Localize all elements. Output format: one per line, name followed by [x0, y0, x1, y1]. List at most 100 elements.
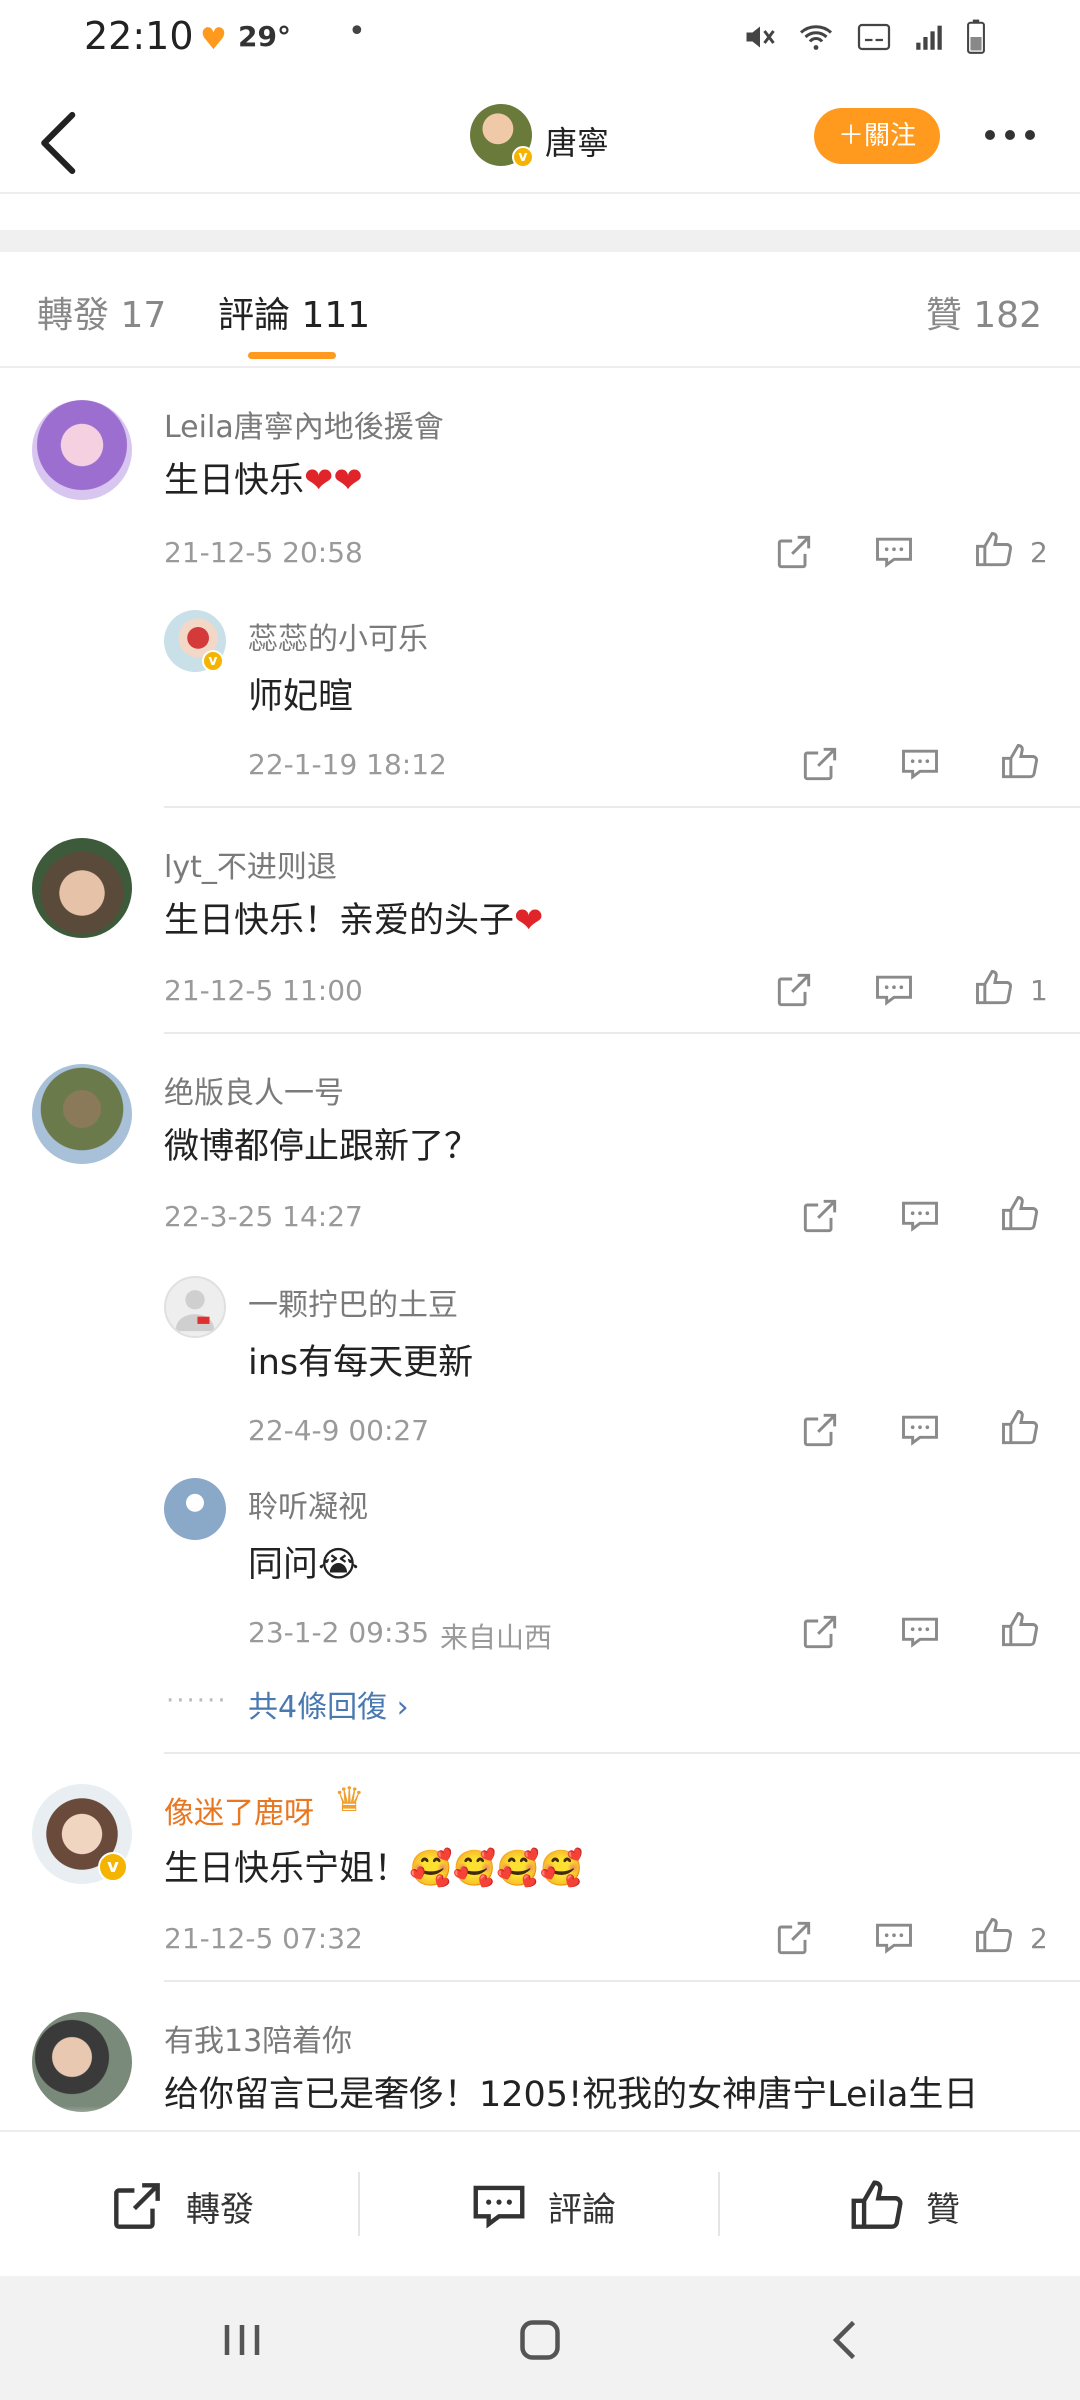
vip-crown-icon: ♛ — [334, 1780, 365, 1820]
commenter-avatar[interactable] — [32, 400, 132, 500]
verified-badge-icon: v — [202, 650, 224, 672]
battery-icon — [967, 19, 985, 54]
tab-comments[interactable]: 評論 111 — [218, 286, 370, 338]
commenter-avatar[interactable] — [32, 1064, 132, 1164]
comment-label: 評論 — [548, 2189, 616, 2230]
repost-icon[interactable] — [798, 1610, 842, 1654]
reply-text: 同问😭 — [248, 1545, 359, 1585]
bottom-action-bar: 轉發 評論 贊 — [0, 2130, 1080, 2276]
like-icon[interactable] — [998, 1406, 1042, 1450]
home-icon[interactable] — [510, 2310, 570, 2370]
replier-name[interactable]: 一颗拧巴的土豆 — [248, 1280, 458, 1324]
commenter-avatar[interactable] — [32, 838, 132, 938]
dot-indicator: • — [348, 14, 366, 49]
status-bar: 22:10 ♥ 29° • — [0, 0, 1080, 76]
reply-text: ins有每天更新 — [248, 1343, 474, 1383]
like-icon[interactable] — [998, 740, 1042, 784]
comment-time: 21-12-5 20:58 — [164, 536, 363, 569]
comment-icon[interactable] — [898, 742, 942, 786]
like-icon[interactable] — [972, 528, 1016, 572]
header-divider — [0, 192, 1080, 194]
commenter-name[interactable]: Leila唐寧內地後援會 — [164, 402, 444, 446]
repost-button[interactable]: 轉發 — [106, 2166, 254, 2246]
reply-location: 来自山西 — [440, 1621, 553, 1654]
repost-icon — [114, 2183, 160, 2229]
comment-icon[interactable] — [898, 1194, 942, 1238]
commenter-avatar[interactable] — [32, 2012, 132, 2112]
follow-button[interactable]: ＋關注 — [814, 108, 940, 164]
repost-icon[interactable] — [772, 1916, 816, 1960]
comment-separator — [164, 1980, 1080, 1982]
heart-emoji-icon: ❤❤ — [304, 461, 363, 501]
comment-icon[interactable] — [872, 530, 916, 574]
active-tab-indicator — [248, 352, 336, 359]
reply-text: 师妃暄 — [248, 677, 354, 717]
comment-icon[interactable] — [898, 1408, 942, 1452]
commenter-name[interactable]: 有我13陪着你 — [164, 2016, 352, 2060]
repost-icon[interactable] — [798, 1194, 842, 1238]
verified-badge-icon: v — [512, 146, 534, 168]
repost-label: 轉發 — [186, 2189, 254, 2230]
comment-time: 21-12-5 07:32 — [164, 1922, 363, 1955]
comment-text: 微博都停止跟新了？ — [164, 1127, 480, 1167]
comment-icon[interactable] — [898, 1610, 942, 1654]
recent-apps-icon[interactable] — [212, 2310, 272, 2370]
comment-button[interactable]: 評論 — [468, 2166, 616, 2246]
default-avatar-icon — [175, 1290, 215, 1332]
weather-icon: ♥ — [200, 22, 227, 57]
heart-emoji-icon: ❤ — [514, 901, 544, 941]
comment-icon[interactable] — [872, 968, 916, 1012]
comment-text-body: 生日快乐！亲爱的头子 — [164, 901, 515, 941]
more-options-icon[interactable] — [980, 120, 1040, 150]
commenter-name[interactable]: lyt_不进则退 — [164, 842, 337, 886]
repost-icon[interactable] — [798, 742, 842, 786]
tab-likes[interactable]: 贊 182 — [926, 286, 1042, 338]
bar-divider — [718, 2172, 720, 2236]
back-icon[interactable] — [816, 2310, 876, 2370]
like-icon[interactable] — [972, 1914, 1016, 1958]
like-icon[interactable] — [972, 966, 1016, 1010]
back-arrow-icon[interactable] — [30, 108, 90, 178]
section-divider — [0, 230, 1080, 252]
verified-badge-icon: v — [98, 1852, 128, 1882]
like-count: 2 — [1030, 1922, 1048, 1955]
weather-temp: 29° — [238, 20, 291, 53]
top-header: v 唐寧 ＋關注 — [0, 90, 1080, 200]
comment-text: 生日快乐宁姐！🥰🥰🥰🥰 — [164, 1849, 584, 1889]
commenter-name[interactable]: 像迷了鹿呀 — [164, 1788, 314, 1832]
scroll-fade — [0, 2106, 1080, 2132]
replier-avatar[interactable] — [164, 1478, 226, 1540]
more-replies-link[interactable]: 共4條回復 › — [248, 1682, 409, 1726]
like-icon — [851, 2180, 903, 2229]
like-count: 1 — [1030, 974, 1048, 1007]
like-button[interactable]: 贊 — [846, 2166, 960, 2246]
tab-reposts[interactable]: 轉發 17 — [37, 286, 166, 338]
like-count: 2 — [1030, 536, 1048, 569]
comment-icon — [473, 2185, 525, 2229]
like-icon[interactable] — [998, 1608, 1042, 1652]
repost-icon[interactable] — [772, 968, 816, 1012]
like-label: 贊 — [926, 2189, 960, 2230]
comment-text: 生日快乐！亲爱的头子❤ — [164, 892, 543, 943]
comment-text-body: 生日快乐 — [164, 461, 305, 501]
comment-time: 22-3-25 14:27 — [164, 1200, 363, 1233]
reply-time: 22-4-9 00:27 — [248, 1414, 430, 1447]
author-name[interactable]: 唐寧 — [545, 118, 609, 164]
repost-icon[interactable] — [798, 1408, 842, 1452]
reply-time: 23-1-2 09:35 — [248, 1616, 430, 1649]
replier-name[interactable]: 聆听凝视 — [248, 1482, 368, 1526]
replier-avatar[interactable] — [164, 1276, 226, 1338]
comment-separator — [164, 806, 1080, 808]
commenter-name[interactable]: 绝版良人一号 — [164, 1068, 344, 1112]
reply-time: 22-1-19 18:12 — [248, 748, 447, 781]
comment-separator — [164, 1752, 1080, 1754]
status-icons — [742, 18, 988, 56]
interaction-tabs: 轉發 17 評論 111 贊 182 — [0, 252, 1080, 368]
repost-icon[interactable] — [772, 530, 816, 574]
more-replies-dots: ······ — [166, 1686, 228, 1716]
replier-name[interactable]: 蕊蕊的小可乐 — [248, 614, 428, 658]
comment-icon[interactable] — [872, 1916, 916, 1960]
like-icon[interactable] — [998, 1192, 1042, 1236]
mute-icon — [746, 26, 775, 48]
comment-text: 生日快乐❤❤ — [164, 452, 363, 503]
